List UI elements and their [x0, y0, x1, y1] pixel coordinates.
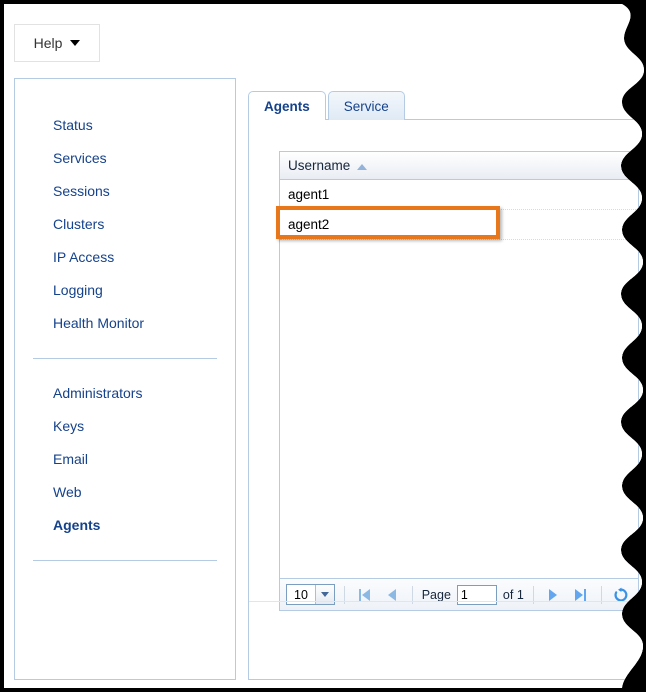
page-inner: Help Status Services Sessions Clusters I…	[4, 4, 646, 688]
sidebar-item-status[interactable]: Status	[15, 109, 235, 142]
grid-header-row: Username	[280, 152, 638, 180]
agents-grid: Username agent1 agent2	[279, 151, 639, 579]
sidebar-item-sessions[interactable]: Sessions	[15, 175, 235, 208]
column-header-username[interactable]: Username	[280, 158, 367, 173]
page-number-input[interactable]	[457, 585, 497, 605]
sidebar-item-logging[interactable]: Logging	[15, 274, 235, 307]
sidebar-panel: Status Services Sessions Clusters IP Acc…	[14, 78, 236, 680]
first-page-icon[interactable]	[354, 584, 375, 606]
page-size-select[interactable]: 10	[286, 584, 335, 605]
caret-down-icon	[70, 40, 80, 46]
next-page-icon[interactable]	[543, 584, 564, 606]
refresh-icon[interactable]	[611, 584, 632, 606]
page-size-value: 10	[294, 587, 308, 602]
help-button-label: Help	[33, 35, 63, 51]
pager-divider	[412, 586, 413, 604]
pager-divider	[533, 586, 534, 604]
grid-pager-toolbar: 10 Page of 1	[279, 579, 639, 611]
table-row[interactable]: agent1	[280, 180, 638, 210]
sidebar-item-keys[interactable]: Keys	[15, 410, 235, 443]
sidebar-divider-top	[33, 358, 217, 359]
table-row[interactable]: agent2	[280, 210, 638, 240]
tab-panel: Username agent1 agent2 10 Page 1 of 1	[248, 119, 646, 680]
previous-page-icon[interactable]	[381, 584, 402, 606]
column-header-username-label: Username	[288, 158, 351, 173]
grid-body: agent1 agent2	[280, 180, 638, 240]
last-page-icon[interactable]	[570, 584, 591, 606]
sidebar-item-clusters[interactable]: Clusters	[15, 208, 235, 241]
page-total-label: of 1	[502, 587, 524, 602]
tab-service[interactable]: Service	[328, 91, 405, 120]
sidebar-item-health-monitor[interactable]: Health Monitor	[15, 307, 235, 340]
pager-divider	[344, 586, 345, 604]
sort-ascending-icon	[357, 164, 367, 170]
sidebar-item-ip-access[interactable]: IP Access	[15, 241, 235, 274]
pager-divider	[601, 586, 602, 604]
sidebar-item-services[interactable]: Services	[15, 142, 235, 175]
sidebar-group-system: Status Services Sessions Clusters IP Acc…	[15, 79, 235, 340]
sidebar-item-web[interactable]: Web	[15, 476, 235, 509]
sidebar-divider-bottom	[33, 560, 217, 561]
help-button[interactable]: Help	[14, 24, 100, 62]
sidebar-item-email[interactable]: Email	[15, 443, 235, 476]
chevron-down-icon[interactable]	[315, 585, 334, 604]
sidebar-item-administrators[interactable]: Administrators	[15, 377, 235, 410]
tab-bar: Agents Service	[248, 90, 405, 120]
main-content: Agents Service Username agent1 agent2 10…	[248, 78, 646, 680]
sidebar-item-agents[interactable]: Agents	[15, 509, 235, 542]
page-label: Page	[421, 587, 451, 602]
tab-agents[interactable]: Agents	[248, 91, 326, 120]
sidebar-group-security: Administrators Keys Email Web Agents	[15, 371, 235, 542]
page-surface: Help Status Services Sessions Clusters I…	[4, 4, 646, 688]
